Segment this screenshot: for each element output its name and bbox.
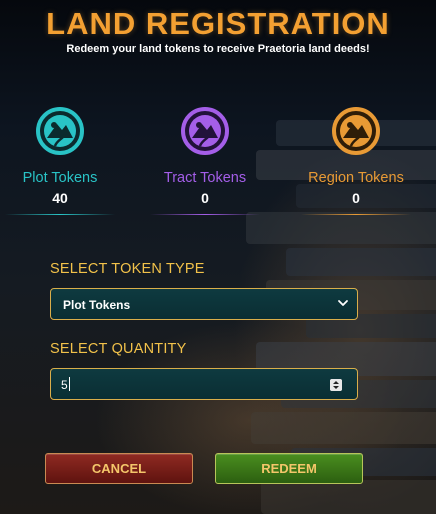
token-name: Plot Tokens: [22, 170, 98, 186]
token-count: 40: [52, 190, 68, 206]
quantity-value: 5: [61, 378, 68, 392]
page-subtitle: Redeem your land tokens to receive Praet…: [66, 43, 370, 55]
token-underline: [5, 214, 115, 215]
tract-token-emblem-icon: [181, 107, 229, 155]
token-type-select[interactable]: Plot Tokens: [50, 288, 358, 320]
plot-token-emblem-icon: [36, 107, 84, 155]
redeem-button[interactable]: REDEEM: [215, 453, 363, 484]
token-type-selected-value: Plot Tokens: [63, 298, 131, 312]
token-summary-tract: Tract Tokens 0: [145, 106, 265, 215]
number-spinner-icon[interactable]: [330, 379, 342, 391]
text-caret: [69, 377, 70, 391]
chevron-down-icon: [338, 300, 348, 306]
token-underline: [150, 214, 260, 215]
token-summary-plot: Plot Tokens 40: [0, 106, 120, 215]
region-token-emblem-icon: [332, 107, 380, 155]
land-registration-page: LAND REGISTRATION Redeem your land token…: [0, 0, 436, 514]
token-type-label: SELECT TOKEN TYPE: [50, 261, 205, 277]
quantity-label: SELECT QUANTITY: [50, 341, 187, 357]
token-name: Tract Tokens: [163, 170, 247, 186]
token-underline: [301, 214, 411, 215]
cancel-button[interactable]: CANCEL: [45, 453, 193, 484]
token-summary-region: Region Tokens 0: [296, 106, 416, 215]
page-title: LAND REGISTRATION: [46, 6, 390, 41]
token-count: 0: [352, 190, 360, 206]
token-count: 0: [201, 190, 209, 206]
token-name: Region Tokens: [308, 170, 404, 186]
quantity-input[interactable]: 5: [50, 368, 358, 400]
